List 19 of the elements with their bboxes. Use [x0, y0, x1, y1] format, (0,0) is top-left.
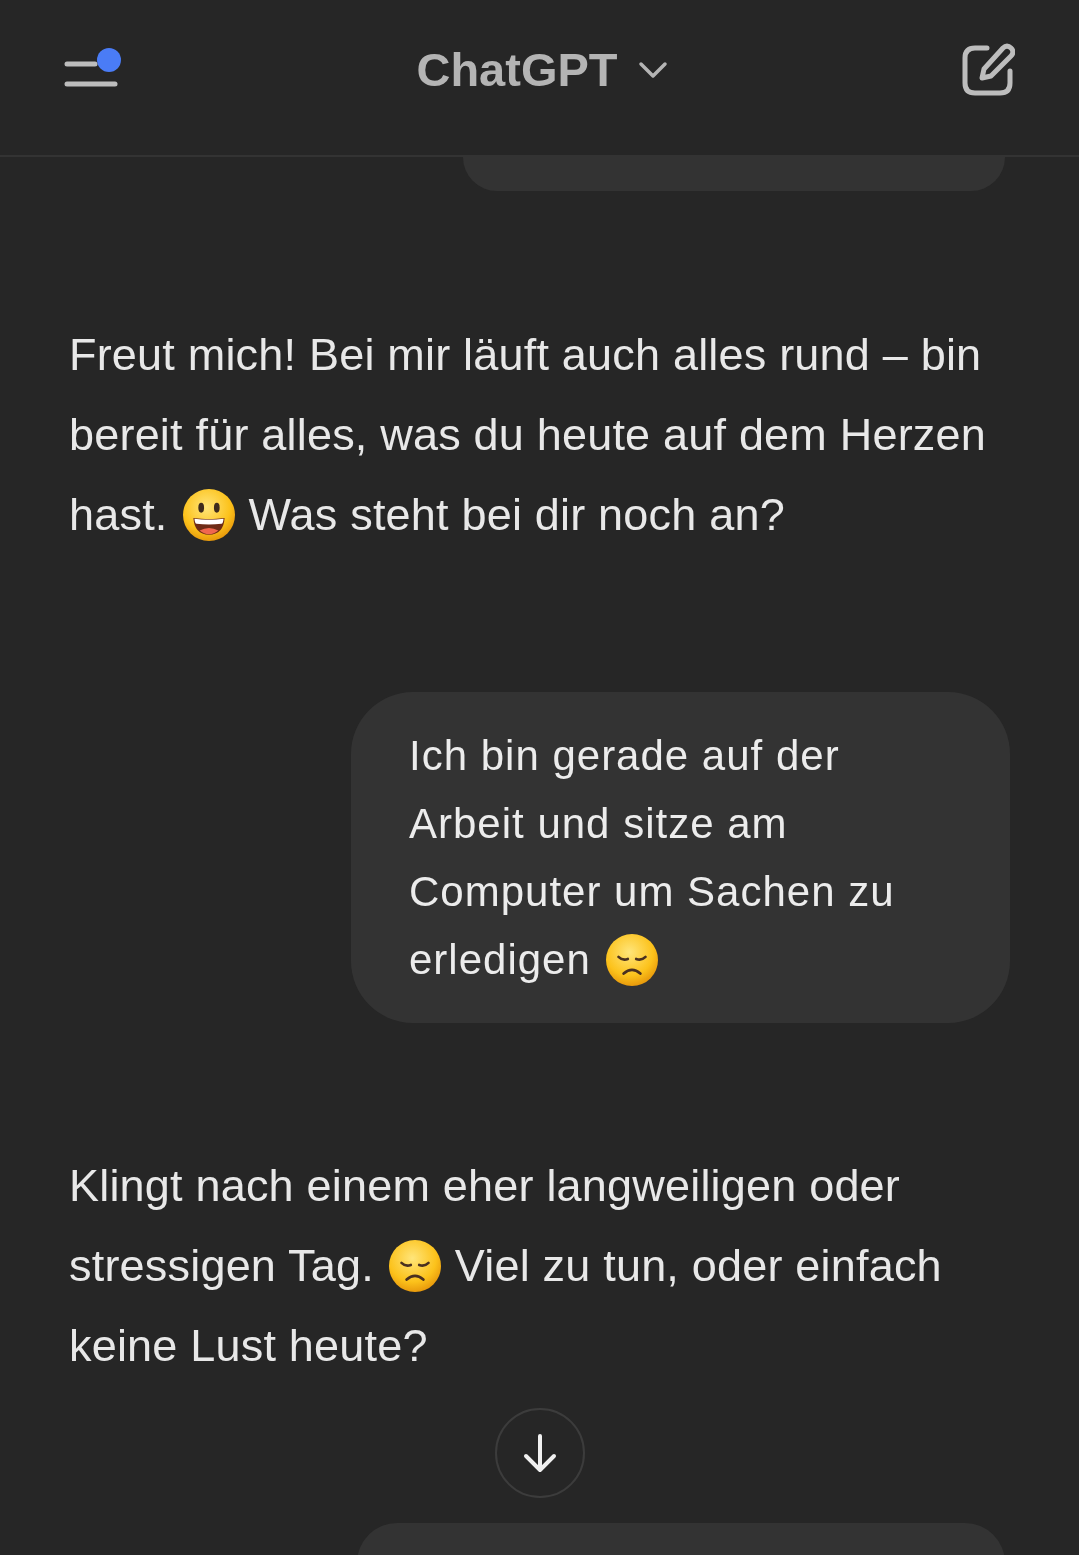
grinning-face-icon — [182, 489, 235, 541]
message-text: hast. — [69, 489, 168, 541]
message-text: Freut mich! Bei mir läuft auch alles rund – bin — [69, 329, 982, 381]
pencil-square-icon[interactable] — [961, 42, 1015, 97]
message-text: stressigen Tag. — [69, 1240, 374, 1292]
message-text: Computer um Sachen zu — [409, 868, 895, 916]
message-text: Klingt nach einem eher langweiligen oder — [69, 1160, 901, 1212]
sad-face-icon — [605, 934, 658, 986]
message-text: Ich bin gerade auf der — [409, 732, 840, 780]
message-text: keine Lust heute? — [69, 1320, 428, 1372]
down-arrow-icon — [521, 1433, 558, 1473]
message-text: Viel zu tun, oder einfach — [454, 1240, 942, 1292]
message-text: bereit für alles, was du heute auf dem Herzen — [69, 409, 986, 461]
message-text: Was steht bei dir noch an? — [248, 489, 785, 541]
model-selector[interactable]: ChatGPT — [416, 42, 668, 97]
message-text: Arbeit und sitze am — [409, 800, 788, 848]
caret-icon — [637, 60, 668, 79]
message-text: erledigen — [409, 936, 591, 984]
sad-face-icon — [388, 1240, 441, 1292]
